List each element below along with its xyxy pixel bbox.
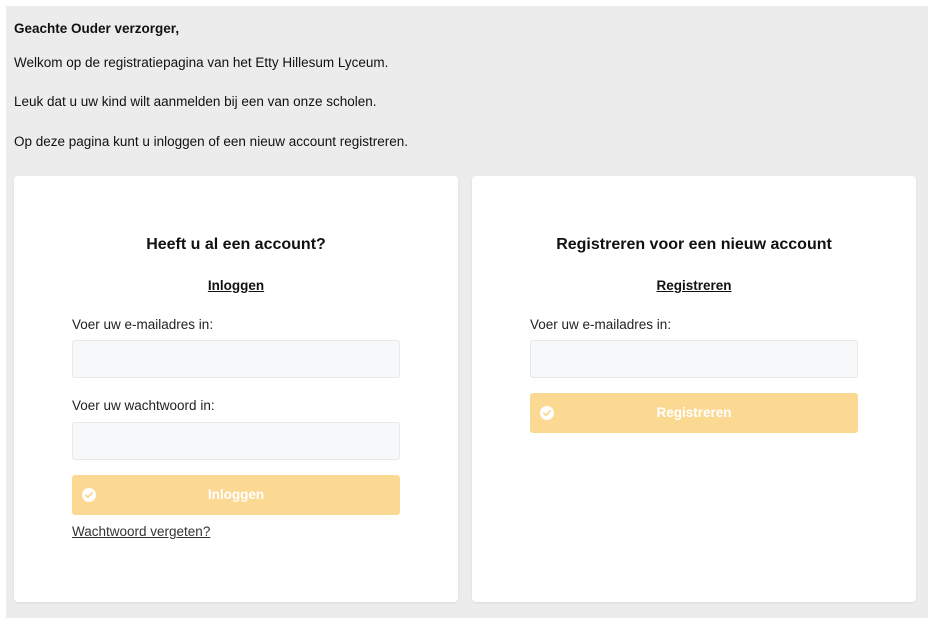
page-container: Geachte Ouder verzorger, Welkom op de re… bbox=[6, 6, 928, 618]
register-button-label: Registreren bbox=[656, 405, 732, 420]
check-circle-icon bbox=[540, 406, 554, 420]
login-password-input[interactable] bbox=[72, 422, 400, 460]
register-email-input[interactable] bbox=[530, 340, 858, 378]
login-title: Heeft u al een account? bbox=[146, 236, 326, 253]
login-link-wrapper: Inloggen bbox=[14, 278, 458, 293]
forgot-password-link[interactable]: Wachtwoord vergeten? bbox=[72, 524, 210, 539]
register-card: Registreren voor een nieuw account Regis… bbox=[472, 176, 916, 602]
login-link[interactable]: Inloggen bbox=[208, 278, 264, 293]
intro-line-3: Op deze pagina kunt u inloggen of een ni… bbox=[14, 134, 409, 149]
intro-line-2: Leuk dat u uw kind wilt aanmelden bij ee… bbox=[14, 94, 377, 109]
intro-line-1: Welkom op de registratiepagina van het E… bbox=[14, 55, 389, 70]
login-card: Heeft u al een account? Inloggen Voer uw… bbox=[14, 176, 458, 602]
register-email-label: Voer uw e-mailadres in: bbox=[530, 317, 672, 332]
register-button[interactable]: Registreren bbox=[530, 393, 858, 433]
login-password-label: Voer uw wachtwoord in: bbox=[72, 398, 215, 413]
login-button[interactable]: Inloggen bbox=[72, 475, 400, 515]
register-title: Registreren voor een nieuw account bbox=[556, 236, 832, 253]
check-circle-icon bbox=[82, 488, 96, 502]
login-email-input[interactable] bbox=[72, 340, 400, 378]
login-button-label: Inloggen bbox=[207, 487, 265, 502]
login-email-label: Voer uw e-mailadres in: bbox=[72, 317, 214, 332]
register-link-wrapper: Registreren bbox=[472, 278, 916, 293]
intro-text: Geachte Ouder verzorger, Welkom op de re… bbox=[14, 21, 408, 149]
register-link[interactable]: Registreren bbox=[656, 278, 731, 293]
greeting: Geachte Ouder verzorger, bbox=[14, 21, 180, 36]
